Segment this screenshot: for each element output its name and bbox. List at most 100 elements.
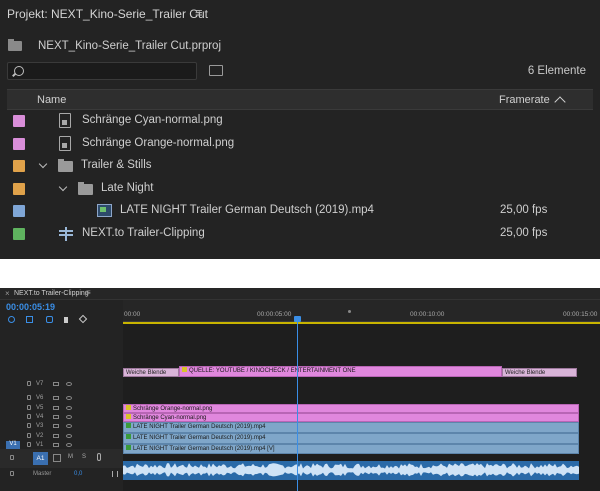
solo-button[interactable]: S — [82, 454, 86, 460]
track-label: V1 — [36, 442, 44, 448]
project-item-row[interactable]: NEXT.to Trailer-Clipping 25,00 fps — [0, 223, 600, 245]
project-item-row[interactable]: Schränge Cyan-normal.png — [0, 110, 600, 132]
transition-clip[interactable]: Weiche Blende — [123, 368, 179, 377]
video-track-header: V5 — [0, 404, 123, 413]
image-clip-cyan[interactable]: Schränge Cyan-normal.png — [123, 413, 579, 422]
chevron-down-icon[interactable] — [58, 182, 68, 191]
video-clip-v2[interactable]: LATE NIGHT Trailer German Deutsch (2019)… — [123, 433, 579, 444]
sort-ascending-icon[interactable] — [554, 96, 566, 108]
lock-icon[interactable] — [27, 405, 31, 410]
sync-lock-icon[interactable] — [53, 434, 59, 438]
audio-clip-a1[interactable] — [123, 461, 579, 480]
new-bin-icon[interactable] — [209, 65, 223, 76]
eye-icon[interactable] — [66, 382, 72, 386]
sync-lock-icon[interactable] — [53, 443, 59, 447]
label-color-swatch[interactable] — [13, 205, 25, 217]
label-color-swatch[interactable] — [13, 160, 25, 172]
audio-track-header: A1 M S — [0, 449, 123, 468]
sync-lock-icon[interactable] — [53, 382, 59, 386]
project-item-row[interactable]: Trailer & Stills — [0, 155, 600, 177]
eye-icon[interactable] — [66, 396, 72, 400]
linked-selection-icon[interactable] — [46, 316, 53, 323]
item-name: Trailer & Stills — [81, 159, 152, 171]
sync-lock-icon[interactable] — [53, 424, 59, 428]
track-label: V6 — [36, 395, 44, 401]
clip-label: LATE NIGHT Trailer German Deutsch (2019)… — [133, 446, 275, 452]
nest-icon[interactable] — [8, 316, 15, 323]
lock-icon[interactable] — [10, 471, 14, 476]
title-clip[interactable]: QUELLE: YOUTUBE / KINOCHECK / ENTERTAINM… — [179, 366, 502, 377]
project-item-row[interactable]: Late Night — [0, 178, 600, 200]
folder-icon — [78, 181, 93, 195]
project-item-row[interactable]: Schränge Orange-normal.png — [0, 133, 600, 155]
sync-lock-icon[interactable] — [53, 396, 59, 400]
lock-icon[interactable] — [27, 423, 31, 428]
sync-lock-icon[interactable] — [53, 454, 61, 462]
ruler-label: 00:00:05:00 — [257, 311, 292, 318]
go-to-end-icon[interactable] — [112, 471, 118, 477]
video-clip-v1[interactable]: LATE NIGHT Trailer German Deutsch (2019)… — [123, 444, 579, 454]
snap-icon[interactable] — [26, 316, 33, 323]
item-framerate: 25,00 fps — [500, 226, 548, 239]
video-track-header: V4 — [0, 413, 123, 422]
project-item-row[interactable]: LATE NIGHT Trailer German Deutsch (2019)… — [0, 200, 600, 222]
video-icon — [97, 204, 112, 217]
label-color-swatch[interactable] — [13, 227, 25, 240]
folder-icon — [58, 159, 73, 172]
label-color-swatch[interactable] — [13, 182, 25, 195]
chevron-down-icon[interactable] — [38, 159, 48, 169]
sync-lock-icon[interactable] — [53, 406, 59, 410]
time-ruler[interactable]: 00:00 00:00:05:00 00:00:10:00 00:00:15:0… — [123, 300, 600, 322]
column-header-name[interactable]: Name — [37, 94, 66, 106]
video-clip-v3[interactable]: LATE NIGHT Trailer German Deutsch (2019)… — [123, 422, 579, 433]
label-color-swatch[interactable] — [13, 137, 25, 150]
work-area-bar[interactable] — [123, 322, 600, 324]
item-name: NEXT.to Trailer-Clipping — [82, 226, 205, 239]
sync-lock-icon[interactable] — [53, 415, 59, 419]
close-tab-icon[interactable]: × — [5, 289, 10, 298]
microphone-icon[interactable] — [97, 453, 101, 461]
playhead-line[interactable] — [297, 322, 298, 491]
playhead-timecode[interactable]: 00:00:05:19 — [6, 302, 55, 312]
tab-sequence[interactable]: NEXT.to Trailer-Clipping — [14, 290, 89, 297]
project-title: Projekt: NEXT_Kino-Serie_Trailer Cut — [7, 7, 208, 21]
track-label: V5 — [36, 405, 44, 411]
source-patch-toggle[interactable]: V1 — [6, 441, 20, 449]
eye-icon[interactable] — [66, 424, 72, 428]
lock-icon[interactable] — [27, 395, 31, 400]
item-count: 6 Elemente — [527, 65, 586, 77]
video-track-header: V7 — [0, 380, 123, 389]
search-row: 6 Elemente — [0, 62, 600, 82]
label-color-swatch[interactable] — [13, 115, 25, 127]
column-header-framerate[interactable]: Framerate — [499, 94, 550, 106]
mute-button[interactable]: M — [68, 454, 73, 460]
add-marker-icon[interactable] — [64, 317, 68, 323]
image-icon — [59, 135, 71, 151]
lock-icon[interactable] — [27, 442, 31, 447]
lock-icon[interactable] — [27, 414, 31, 419]
ruler-label: 00:00:10:00 — [410, 311, 445, 318]
image-clip-orange[interactable]: Schränge Orange-normal.png — [123, 404, 579, 413]
tab-menu-icon[interactable]: ≡ — [86, 288, 91, 297]
wrench-icon[interactable] — [78, 314, 88, 324]
transition-clip[interactable]: Weiche Blende — [502, 368, 577, 377]
panel-menu-icon[interactable]: ≡ — [195, 5, 203, 20]
lock-icon[interactable] — [10, 455, 14, 460]
audio-track-label[interactable]: A1 — [33, 452, 48, 465]
clip-label: QUELLE: YOUTUBE / KINOCHECK / ENTERTAINM… — [189, 368, 356, 374]
eye-icon[interactable] — [66, 406, 72, 410]
lock-icon[interactable] — [27, 381, 31, 386]
project-file-name: NEXT_Kino-Serie_Trailer Cut.prproj — [38, 40, 222, 52]
track-label: V2 — [36, 433, 44, 439]
eye-icon[interactable] — [66, 434, 72, 438]
master-volume[interactable]: 0,0 — [74, 471, 82, 477]
eye-icon[interactable] — [66, 443, 72, 447]
search-input[interactable] — [7, 62, 197, 80]
track-label: V7 — [36, 381, 44, 387]
table-header: Name Framerate — [7, 89, 593, 110]
sequence-icon — [59, 226, 73, 241]
item-name: Schränge Orange-normal.png — [82, 136, 235, 149]
lock-icon[interactable] — [27, 433, 31, 438]
fx-badge-icon — [126, 445, 131, 450]
eye-icon[interactable] — [66, 415, 72, 419]
